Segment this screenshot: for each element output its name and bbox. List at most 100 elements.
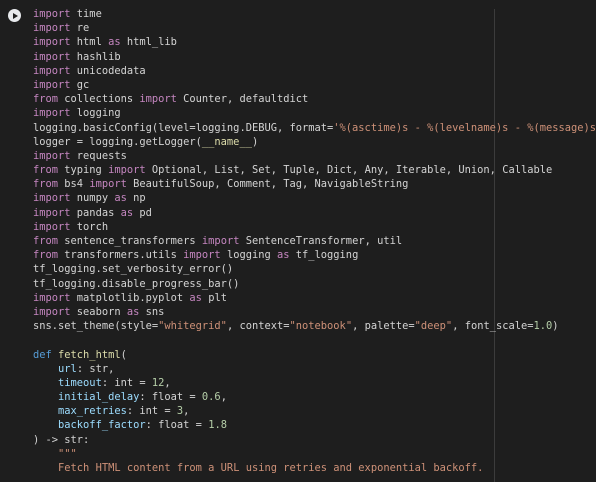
- code-token: tf_logging.disable_progress_bar(): [33, 277, 240, 290]
- code-token: logging: [226, 249, 277, 262]
- code-line: import re: [33, 21, 596, 35]
- code-token: logging: [76, 107, 121, 120]
- code-token: BeautifulSoup, Comment, Tag, NavigableSt…: [133, 178, 409, 191]
- code-token: import: [89, 178, 134, 191]
- code-token: from: [33, 178, 65, 191]
- code-line: import unicodedata: [33, 64, 596, 78]
- code-token: numpy: [76, 192, 115, 205]
- code-token: "notebook": [289, 320, 353, 333]
- code-token: re: [76, 22, 90, 35]
- code-token: import: [33, 192, 77, 205]
- code-line: import matplotlib.pyplot as plt: [33, 291, 596, 305]
- code-line: tf_logging.set_verbosity_error(): [33, 262, 596, 276]
- code-token: def: [33, 348, 59, 361]
- code-line: import time: [33, 7, 596, 21]
- code-token: max_retries: [58, 405, 127, 418]
- code-line: from transformers.utils import logging a…: [33, 248, 596, 262]
- code-token: import: [33, 50, 77, 63]
- code-token: pandas: [76, 206, 121, 219]
- code-line: """: [33, 447, 596, 461]
- code-line: import torch: [33, 220, 596, 234]
- code-token: ) -> str:: [33, 433, 90, 446]
- code-token: , font_scale=: [452, 320, 534, 333]
- code-token: matplotlib.pyplot: [76, 291, 190, 304]
- code-token: ,: [220, 391, 227, 404]
- code-line: import html as html_lib: [33, 35, 596, 49]
- code-token: url: [58, 362, 77, 375]
- code-line: import logging: [33, 106, 596, 120]
- code-token: requests: [76, 149, 127, 162]
- code-line: url: str,: [33, 362, 596, 376]
- code-token: : str,: [76, 362, 115, 375]
- code-token: as: [126, 305, 146, 318]
- code-token: pd: [139, 206, 152, 219]
- code-token: import: [33, 64, 77, 77]
- code-line: tf_logging.disable_progress_bar(): [33, 277, 596, 291]
- code-token: import: [33, 8, 77, 20]
- code-line: import hashlib: [33, 50, 596, 64]
- code-token: import: [33, 220, 77, 233]
- code-token: "deep": [414, 320, 453, 333]
- code-line: sns.set_theme(style="whitegrid", context…: [33, 319, 596, 333]
- code-token: 12: [151, 376, 165, 389]
- code-token: import: [33, 107, 77, 120]
- code-token: time: [76, 8, 102, 20]
- code-line: from typing import Optional, List, Set, …: [33, 163, 596, 177]
- code-line: from collections import Counter, default…: [33, 92, 596, 106]
- code-token: : int =: [101, 376, 152, 389]
- code-token: as: [189, 291, 209, 304]
- code-token: 0.6: [201, 391, 221, 404]
- code-line: initial_delay: float = 0.6,: [33, 390, 596, 404]
- code-token: import: [33, 291, 77, 304]
- code-token: ): [552, 320, 559, 333]
- code-token: logging.basicConfig(level=logging.DEBUG,…: [33, 121, 334, 134]
- code-token: , context=: [226, 320, 290, 333]
- code-token: np: [133, 192, 146, 205]
- code-token: unicodedata: [76, 64, 146, 77]
- code-token: initial_delay: [58, 391, 140, 404]
- code-token: import: [33, 36, 77, 49]
- code-token: Fetch HTML content from a URL using retr…: [58, 462, 484, 474]
- code-token: ): [251, 135, 259, 148]
- code-token: sns: [145, 305, 165, 318]
- code-token: : int =: [126, 405, 177, 418]
- code-token: plt: [208, 291, 227, 304]
- code-token: 1.8: [208, 419, 227, 432]
- code-token: bs4: [64, 178, 90, 191]
- code-token: logger = logging.getLogger(: [33, 135, 202, 148]
- code-token: import: [139, 93, 184, 106]
- run-cell-button[interactable]: [8, 9, 21, 22]
- code-token: from: [33, 164, 65, 177]
- code-token: import: [33, 206, 77, 219]
- code-token: from: [33, 249, 65, 262]
- code-editor[interactable]: import time import re import html as html_…: [33, 7, 596, 475]
- code-line: from sentence_transformers import Senten…: [33, 234, 596, 248]
- code-token: as: [276, 249, 296, 262]
- code-token: import: [33, 305, 77, 318]
- code-line: from bs4 import BeautifulSoup, Comment, …: [33, 177, 596, 191]
- code-line: max_retries: int = 3,: [33, 404, 596, 418]
- code-token: fetch_html: [58, 348, 121, 361]
- code-token: tf_logging.set_verbosity_error(): [33, 263, 234, 276]
- code-token: html_lib: [126, 36, 177, 49]
- code-token: from: [33, 235, 65, 247]
- code-token: import: [33, 78, 77, 91]
- code-cell[interactable]: import time import re import html as html_…: [0, 0, 596, 482]
- code-token: '%(asctime)s - %(levelname)s - %(message…: [333, 121, 596, 134]
- code-token: import: [33, 22, 77, 35]
- code-token: """: [58, 447, 77, 460]
- code-token: import: [183, 249, 227, 262]
- code-token: , palette=: [352, 320, 415, 333]
- code-token: sentence_transformers: [64, 235, 202, 247]
- code-token: html: [76, 36, 109, 49]
- code-token: backoff_factor: [58, 419, 146, 432]
- code-token: ,: [164, 376, 171, 389]
- code-token: collections: [64, 93, 140, 106]
- code-line: backoff_factor: float = 1.8: [33, 418, 596, 432]
